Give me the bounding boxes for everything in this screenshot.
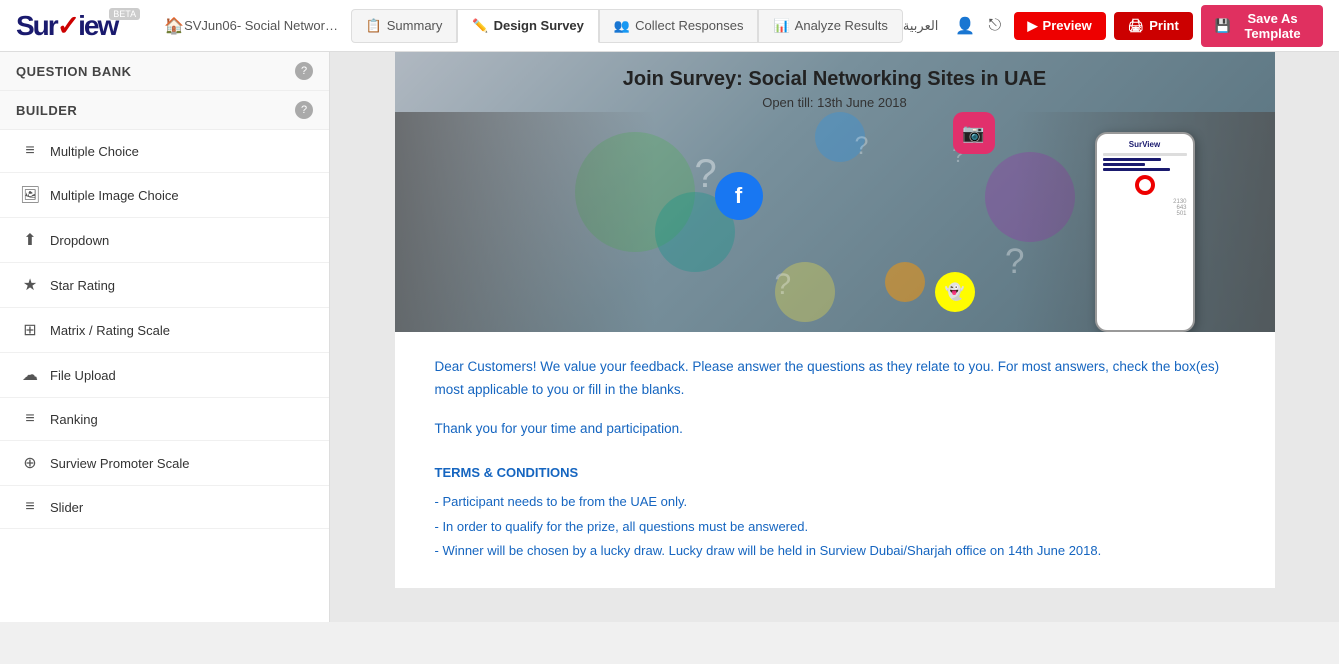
sidebar-item-ranking[interactable]: ≡ Ranking xyxy=(0,398,329,441)
sidebar-item-label: Dropdown xyxy=(50,233,109,248)
tab-summary[interactable]: 📋 Summary xyxy=(351,9,458,43)
user-icon[interactable]: 👤 xyxy=(954,11,976,41)
save-as-template-button[interactable]: 💾 Save As Template xyxy=(1201,5,1323,47)
question-mark-4: ? xyxy=(1005,242,1024,282)
question-mark-1: ? xyxy=(695,152,717,197)
collect-icon: 👥 xyxy=(614,18,630,34)
header: Sur✓iew BETA 🏠 SVJun06- Social Networkin… xyxy=(0,0,1339,52)
sidebar-item-surview-promoter-scale[interactable]: ⊕ Surview Promoter Scale xyxy=(0,441,329,486)
sidebar-item-label: Surview Promoter Scale xyxy=(50,456,189,471)
phone-logo: SurView xyxy=(1103,140,1187,149)
analyze-icon: 📊 xyxy=(773,18,789,34)
home-button[interactable]: 🏠 xyxy=(164,10,184,42)
file-upload-icon: ☁ xyxy=(20,365,40,385)
ranking-icon: ≡ xyxy=(20,410,40,428)
language-toggle[interactable]: العربية xyxy=(903,18,939,34)
print-button[interactable]: 🖨 Print xyxy=(1114,12,1193,40)
tab-analyze-results[interactable]: 📊 Analyze Results xyxy=(758,9,902,43)
question-bank-title: QUESTION BANK xyxy=(16,64,132,79)
survey-intro: Dear Customers! We value your feedback. … xyxy=(435,356,1235,402)
chart-bar-3 xyxy=(1103,163,1145,166)
instagram-icon: 📷 xyxy=(953,112,995,154)
logo-text: Sur✓iew xyxy=(16,9,117,42)
sidebar-item-label: File Upload xyxy=(50,368,116,383)
question-bank-section: QUESTION BANK ? xyxy=(0,52,329,91)
sidebar: QUESTION BANK ? BUILDER ? ≡ Multiple Cho… xyxy=(0,52,330,622)
question-bank-help[interactable]: ? xyxy=(295,62,313,80)
summary-icon: 📋 xyxy=(366,18,382,34)
survey-body: Dear Customers! We value your feedback. … xyxy=(395,332,1275,588)
donut-chart xyxy=(1135,175,1155,195)
survey-panel: ? ? ? ? ? f 📷 👻 SurView xyxy=(395,52,1275,588)
banner-people-left xyxy=(395,112,655,332)
sidebar-item-slider[interactable]: ≡ Slider xyxy=(0,486,329,529)
snapchat-icon: 👻 xyxy=(935,272,975,312)
sidebar-item-label: Slider xyxy=(50,500,83,515)
sidebar-item-label: Multiple Choice xyxy=(50,144,139,159)
sidebar-item-label: Ranking xyxy=(50,412,98,427)
terms-item-2: - In order to qualify for the prize, all… xyxy=(435,515,1235,540)
question-mark-2: ? xyxy=(775,268,792,302)
builder-section: BUILDER ? xyxy=(0,91,329,130)
main-layout: QUESTION BANK ? BUILDER ? ≡ Multiple Cho… xyxy=(0,52,1339,622)
sidebar-item-multiple-choice[interactable]: ≡ Multiple Choice xyxy=(0,130,329,173)
survey-banner: ? ? ? ? ? f 📷 👻 SurView xyxy=(395,52,1275,332)
sidebar-item-label: Matrix / Rating Scale xyxy=(50,323,170,338)
donut-hole xyxy=(1139,179,1151,191)
chart-bar-2 xyxy=(1103,158,1162,161)
phone-mockup: SurView 2130643501 xyxy=(1095,132,1195,332)
logout-icon[interactable]: ⎋ xyxy=(984,11,1006,41)
bubble-6 xyxy=(885,262,925,302)
tab-collect-responses[interactable]: 👥 Collect Responses xyxy=(599,9,759,43)
question-mark-3: ? xyxy=(855,132,869,161)
terms-item-3: - Winner will be chosen by a lucky draw.… xyxy=(435,539,1235,564)
phone-data: 2130643501 xyxy=(1103,199,1187,217)
star-rating-icon: ★ xyxy=(20,275,40,295)
matrix-rating-icon: ⊞ xyxy=(20,320,40,340)
survey-banner-title: Join Survey: Social Networking Sites in … xyxy=(623,68,1046,91)
multiple-choice-icon: ≡ xyxy=(20,142,40,160)
terms-item-1: - Participant needs to be from the UAE o… xyxy=(435,490,1235,515)
terms-list: - Participant needs to be from the UAE o… xyxy=(435,490,1235,564)
design-icon: ✏️ xyxy=(472,18,488,34)
preview-icon: ▶ xyxy=(1028,18,1038,34)
sidebar-item-file-upload[interactable]: ☁ File Upload xyxy=(0,353,329,398)
sidebar-item-dropdown[interactable]: ⬆ Dropdown xyxy=(0,218,329,263)
phone-screen: SurView 2130643501 xyxy=(1097,134,1193,223)
survey-thanks: Thank you for your time and participatio… xyxy=(435,418,1235,441)
chart-bar-4 xyxy=(1103,168,1170,171)
sidebar-item-label: Multiple Image Choice xyxy=(50,188,179,203)
page-wrapper: QUESTION BANK ? BUILDER ? ≡ Multiple Cho… xyxy=(0,52,1339,664)
chart-bar-1 xyxy=(1103,153,1187,156)
preview-button[interactable]: ▶ Preview xyxy=(1014,12,1106,40)
beta-badge: BETA xyxy=(109,8,140,20)
logo: Sur✓iew BETA xyxy=(16,9,148,42)
slider-icon: ≡ xyxy=(20,498,40,516)
main-nav-tabs: 📋 Summary ✏️ Design Survey 👥 Collect Res… xyxy=(351,9,903,43)
sidebar-item-multiple-image-choice[interactable]: 🖼 Multiple Image Choice xyxy=(0,173,329,218)
promoter-scale-icon: ⊕ xyxy=(20,453,40,473)
terms-title: TERMS & CONDITIONS xyxy=(435,465,1235,480)
sidebar-item-matrix-rating-scale[interactable]: ⊞ Matrix / Rating Scale xyxy=(0,308,329,353)
save-icon: 💾 xyxy=(1215,18,1231,34)
survey-banner-subtitle: Open till: 13th June 2018 xyxy=(762,95,907,110)
print-icon: 🖨 xyxy=(1128,18,1145,34)
multiple-image-choice-icon: 🖼 xyxy=(20,185,40,205)
builder-help[interactable]: ? xyxy=(295,101,313,119)
sidebar-item-star-rating[interactable]: ★ Star Rating xyxy=(0,263,329,308)
dropdown-icon: ⬆ xyxy=(20,230,40,250)
builder-title: BUILDER xyxy=(16,103,77,118)
facebook-icon: f xyxy=(715,172,763,220)
tab-design-survey[interactable]: ✏️ Design Survey xyxy=(457,9,599,43)
breadcrumb: SVJun06- Social Networking Sites Questio… xyxy=(184,18,343,33)
sidebar-item-label: Star Rating xyxy=(50,278,115,293)
content-area: ? ? ? ? ? f 📷 👻 SurView xyxy=(330,52,1339,622)
header-right: العربية 👤 ⎋ ▶ Preview 🖨 Print 💾 Save As … xyxy=(903,5,1323,47)
